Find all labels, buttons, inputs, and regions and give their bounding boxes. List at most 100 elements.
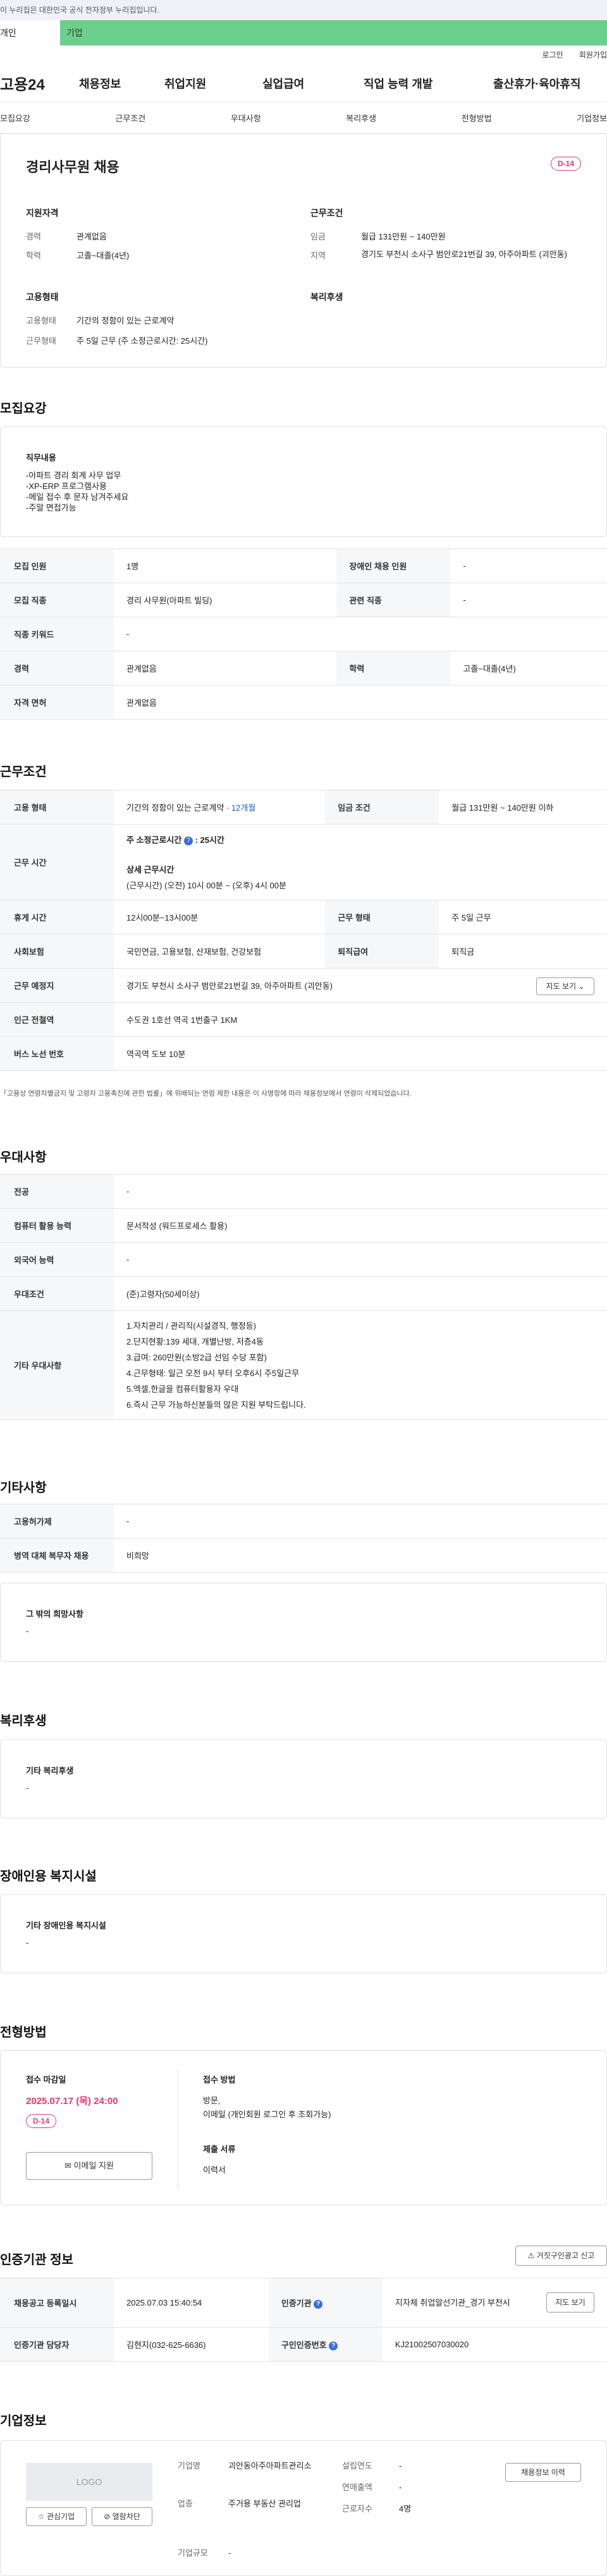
qual-label: 경력: [26, 232, 41, 241]
subnav-pref[interactable]: 우대사항: [231, 112, 261, 124]
table-header: 경력: [0, 651, 114, 686]
table-header: 전공: [0, 1174, 114, 1209]
table-cell: 관계없음: [114, 685, 607, 720]
table-row: 병역 대체 복무자 채용 비희망: [0, 1538, 607, 1573]
cond-value: 월급 131만원 ~ 140만원: [361, 232, 446, 241]
table-header: 근무 예정지: [0, 968, 114, 1003]
cond-label: 임금: [310, 232, 326, 241]
table-cell: 수도권 1호선 역곡 1번출구 1KM: [114, 1002, 607, 1037]
join-link[interactable]: 회원가입: [579, 51, 607, 59]
company-employees-value: 4명: [399, 2504, 412, 2513]
table-header: 인근 전철역: [0, 1002, 114, 1037]
company-info-right: 설립연도 - 연매출액 - 근로자수 4명: [342, 2460, 411, 2524]
table-row: 근무 시간 주 소정근로시간 ? : 25시간 상세 근무시간 (근무시간) (…: [0, 824, 607, 900]
table-cell: 퇴직금: [439, 934, 607, 969]
table-header: 근무 시간: [0, 824, 114, 900]
table-header: 구인인증번호 ?: [268, 2327, 383, 2362]
table-header: 휴게 시간: [0, 900, 114, 934]
table-cell: 주 5일 근무: [439, 900, 607, 934]
recruit-table: 모집 인원 1명 장애인 채용 인원 - 모집 직종 경리 사무원(아파트 빌딩) 관련 …: [0, 548, 607, 720]
info-icon[interactable]: ?: [314, 2299, 323, 2309]
subnav-recruit[interactable]: 모집요강: [0, 112, 30, 124]
place-value: 경기도 부천시 소사구 범안로21번길 39, 아주아파트 (괴안동): [126, 981, 333, 991]
cond-value: 경기도 부천시 소사구 범안로21번길 39, 아주아파트 (괴안동): [361, 250, 567, 259]
table-header: 고용허가제: [0, 1504, 114, 1539]
section-disabled-heading: 장애인용 복지시설: [0, 1870, 97, 1884]
subnav-process[interactable]: 전형방법: [462, 112, 492, 124]
section-cert-heading: 인증기관 정보: [0, 2253, 73, 2267]
info-icon[interactable]: ?: [329, 2341, 338, 2350]
gnb-menu-benefit[interactable]: 실업급여: [262, 75, 364, 92]
table-header: 고용 형태: [0, 790, 114, 825]
company-sales-label: 연매출액: [342, 2482, 372, 2492]
method-line: 이메일 (개인회원 로그인 후 조회가능): [203, 2110, 331, 2119]
section-nav: 모집요강 근무조건 우대사항 복리후생 전형방법 기업정보: [0, 102, 607, 134]
pref-table: 전공 - 컴퓨터 활용 능력 문서작성 (워드프로세스 활용) 외국어 능력 - 우대…: [0, 1174, 607, 1420]
table-row: 모집 인원 1명 장애인 채용 인원 -: [0, 548, 607, 583]
table-header: 기타 우대사항: [0, 1310, 114, 1420]
time-week-value: : 25시간: [195, 835, 224, 845]
wish-title: 그 밖의 희망사항: [26, 1609, 83, 1619]
table-header: 인증기관 ?: [268, 2278, 383, 2328]
qual-value: 고졸~대졸(4년): [77, 251, 130, 260]
time-detail-title: 상세 근무시간: [126, 865, 175, 874]
table-header: 학력: [336, 651, 451, 686]
subnav-work[interactable]: 근무조건: [115, 112, 145, 124]
table-header: 채용공고 등록일시: [0, 2278, 114, 2328]
table-row: 기타 우대사항 1.자치관리 / 관리직(시설경직, 행정등) 2.단지현황:1…: [0, 1310, 607, 1420]
table-header: 모집 인원: [0, 548, 114, 583]
site-logo[interactable]: 고용24: [0, 72, 79, 94]
deadline-value: 2025.07.17 (목) 24:00: [26, 2096, 118, 2107]
company-info-left: 기업명 괴안동아주아파트관리소 업종 주거용 부동산 관리업 기업규모 -: [178, 2460, 329, 2566]
wish-value: -: [26, 1626, 29, 1636]
mail-icon: ✉: [64, 2161, 71, 2170]
duty-content: -아파트 경리 회계 사무 업무 -XP-ERP 프로그램사용 -메일 접수 후…: [26, 470, 128, 513]
table-cell: -: [114, 617, 607, 651]
table-cell: 문서작성 (워드프로세스 활용): [114, 1208, 607, 1243]
table-row: 직종 키워드 -: [0, 617, 607, 651]
report-fake-ad-button[interactable]: ⚠ 거짓구인광고 신고: [515, 2246, 607, 2266]
gnb-menu-support[interactable]: 취업지원: [164, 75, 262, 92]
login-link[interactable]: 로그인: [542, 51, 563, 59]
table-header: 모집 직종: [0, 583, 114, 617]
org-label: 인증기관: [281, 2299, 312, 2308]
subnav-welfare[interactable]: 복리후생: [346, 112, 376, 124]
tab-personal[interactable]: 개인: [0, 20, 60, 45]
gnb-menu-leave[interactable]: 출산휴가·육아휴직: [493, 75, 601, 92]
disabled-card-title: 기타 장애인용 복지시설: [26, 1921, 106, 1930]
method-value: 방문, 이메일 (개인회원 로그인 후 조회가능): [203, 2094, 331, 2122]
company-size-label: 기업규모: [178, 2548, 208, 2558]
wish-card: 그 밖의 희망사항 -: [0, 1583, 607, 1662]
table-cell: KJ21002507030020: [382, 2327, 607, 2362]
gnb-menu-training[interactable]: 직업 능력 개발: [364, 75, 493, 92]
work-table: 고용 형태 기간의 정함이 있는 근로계약 · 12개월 임금 조건 월급 13…: [0, 790, 607, 1071]
email-apply-button[interactable]: ✉ 이메일 지원: [26, 2152, 152, 2180]
table-header: 우대조건: [0, 1276, 114, 1311]
favorite-company-button[interactable]: ☆ 관심기업: [26, 2507, 87, 2526]
emp-title: 고용형태: [26, 292, 59, 302]
subnav-company[interactable]: 기업정보: [577, 112, 607, 124]
gnb-menu-jobs[interactable]: 채용정보: [79, 75, 164, 92]
org-map-button[interactable]: 지도 보기: [546, 2292, 594, 2313]
table-row: 근무 예정지 경기도 부천시 소사구 범안로21번길 39, 아주아파트 (괴안…: [0, 968, 607, 1003]
duty-line: -XP-ERP 프로그램사용: [26, 481, 107, 491]
dday-badge: D-14: [26, 2114, 57, 2128]
company-industry-value: 주거용 부동산 관리업: [228, 2499, 301, 2508]
pref-line: 5.엑셀,한글을 컴퓨터활용자 우대: [126, 1384, 239, 1394]
info-icon[interactable]: ?: [183, 836, 193, 845]
hiring-history-button[interactable]: 채용정보 이력: [505, 2463, 581, 2482]
table-cell: 비희망: [114, 1538, 607, 1573]
tab-company[interactable]: 기업: [60, 20, 607, 45]
qual-title: 지원자격: [26, 208, 59, 218]
emp-value: 기간의 정함이 있는 근로계약: [77, 316, 175, 325]
emp-type-value: 기간의 정함이 있는 근로계약 ·: [126, 803, 231, 813]
qual-value: 관계없음: [77, 232, 107, 241]
emp-label: 근무형태: [26, 336, 56, 346]
summary-card: 경리사무원 채용 D-14 지원자격 경력 관계없음 학력 고졸~대졸(4년) 근무…: [0, 134, 607, 368]
org-value: 지자체 취업알선기관_경기 부천시: [395, 2297, 510, 2307]
cond-list: 임금 월급 131만원 ~ 140만원 지역 경기도 부천시 소사구 범안로21번길…: [310, 230, 582, 261]
table-header: 퇴직급여: [325, 934, 439, 969]
block-view-button[interactable]: ⊘ 열람차단: [92, 2507, 152, 2526]
table-cell: 역곡역 도보 10분: [114, 1036, 607, 1071]
map-view-button[interactable]: 지도 보기 ⌄: [536, 977, 594, 995]
